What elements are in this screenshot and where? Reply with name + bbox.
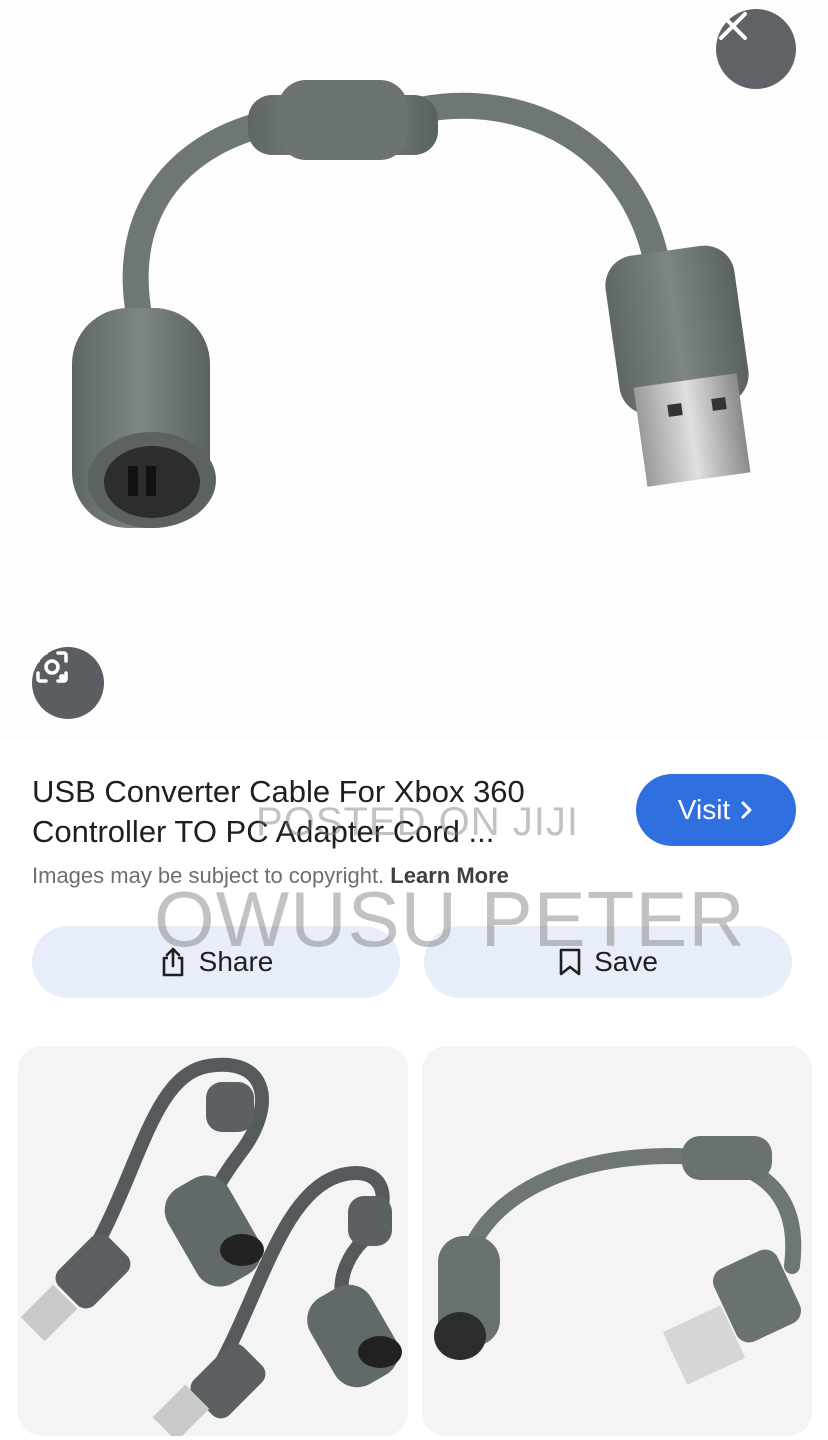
close-button[interactable] [716, 9, 796, 89]
visit-label: Visit [677, 794, 731, 825]
save-button[interactable]: Save [424, 926, 792, 998]
lens-button[interactable] [32, 647, 104, 719]
result-title[interactable]: USB Converter Cable For Xbox 360 Control… [32, 772, 612, 852]
save-label: Save [594, 946, 658, 977]
copyright-text: Images may be subject to copyright. [32, 863, 385, 888]
visit-button[interactable]: Visit [636, 774, 796, 846]
bookmark-icon [558, 947, 582, 977]
lens-icon [36, 651, 68, 683]
cable-illustration [72, 80, 751, 528]
result-title-line1: USB Converter Cable For Xbox 360 [32, 774, 525, 809]
share-label: Share [198, 946, 274, 977]
related-image-2[interactable] [422, 1046, 812, 1436]
result-title-line2: Controller TO PC Adapter Cord ... [32, 814, 495, 849]
chevron-right-icon [740, 800, 754, 820]
learn-more-link[interactable]: Learn More [390, 863, 509, 888]
share-button[interactable]: Share [32, 926, 400, 998]
copyright-notice: Images may be subject to copyright. Lear… [32, 863, 509, 889]
related-image-1[interactable] [18, 1046, 408, 1436]
close-icon [719, 12, 747, 40]
share-icon [159, 946, 187, 978]
cable-pair-illustration [20, 1057, 402, 1436]
single-cable-illustration [434, 1136, 802, 1385]
hero-image[interactable] [0, 0, 828, 740]
